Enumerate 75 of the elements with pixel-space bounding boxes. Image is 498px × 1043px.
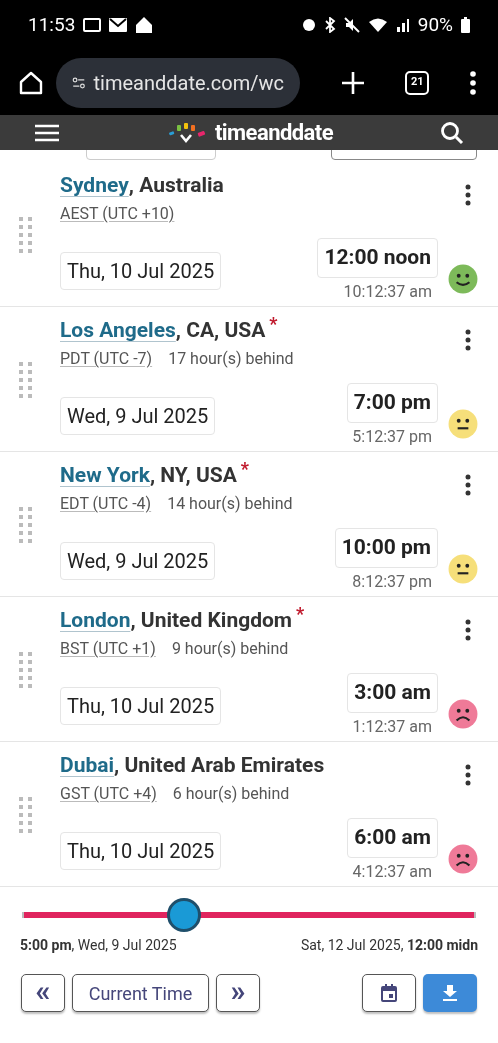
signal-icon bbox=[395, 18, 410, 32]
range-end-text: Sat, 12 Jul 2025, 12:00 midn bbox=[300, 936, 478, 955]
range-start-text: 5:00 pm, Wed, 9 Jul 2025 bbox=[20, 936, 177, 955]
timezone-text: BST (UTC +1) bbox=[60, 638, 156, 661]
timezone-text: AEST (UTC +10) bbox=[60, 203, 175, 226]
timezone-text: GST (UTC +4) bbox=[60, 783, 157, 806]
calendar-button[interactable] bbox=[362, 974, 416, 1012]
more-icon bbox=[465, 619, 471, 641]
more-icon bbox=[470, 70, 476, 95]
time-field[interactable]: 3:00 am bbox=[347, 673, 438, 713]
offset-text: 6 hour(s) behind bbox=[172, 783, 290, 806]
local-time-text: 5:12:37 pm bbox=[352, 425, 433, 448]
envelope-icon bbox=[109, 18, 128, 32]
timeline-slider[interactable] bbox=[22, 901, 476, 929]
more-icon bbox=[465, 474, 471, 496]
local-time-text: 1:12:37 am bbox=[352, 715, 433, 738]
region-text: , NY, USA bbox=[149, 462, 237, 489]
date-field[interactable]: Thu, 10 Jul 2025 bbox=[60, 832, 222, 871]
mute-icon bbox=[343, 17, 360, 33]
download-icon bbox=[443, 985, 457, 1001]
home-icon bbox=[18, 69, 44, 96]
time-field[interactable]: 10:00 pm bbox=[334, 528, 438, 568]
drag-handle-icon bbox=[19, 797, 33, 835]
local-time-text: 8:12:37 pm bbox=[352, 570, 433, 593]
asterisk-mark: * bbox=[240, 458, 249, 481]
logo-text: timeanddate bbox=[214, 119, 334, 147]
drag-handle-icon bbox=[19, 652, 33, 690]
drag-handle-icon bbox=[19, 217, 33, 255]
city-link[interactable]: New York bbox=[60, 462, 150, 489]
more-icon bbox=[465, 184, 471, 206]
time-field[interactable]: 12:00 noon bbox=[317, 238, 438, 278]
battery-icon bbox=[461, 17, 470, 33]
offset-text: 14 hour(s) behind bbox=[167, 493, 293, 516]
date-field[interactable]: Wed, 9 Jul 2025 bbox=[60, 397, 216, 436]
timezone-text: EDT (UTC -4) bbox=[60, 493, 152, 516]
more-icon bbox=[465, 329, 471, 351]
wifi-icon bbox=[367, 17, 388, 33]
time-field[interactable]: 6:00 am bbox=[347, 818, 438, 858]
clock-text: 11:53 bbox=[28, 11, 76, 38]
region-text: , CA, USA bbox=[175, 317, 266, 344]
timezone-text: PDT (UTC -7) bbox=[60, 348, 153, 371]
search-icon bbox=[440, 120, 464, 145]
current-time-button[interactable]: Current Time bbox=[72, 974, 209, 1012]
offset-text: 17 hour(s) behind bbox=[168, 348, 294, 371]
bluetooth-icon bbox=[323, 17, 336, 33]
date-field[interactable]: Wed, 9 Jul 2025 bbox=[60, 542, 216, 581]
date-field[interactable]: Thu, 10 Jul 2025 bbox=[60, 252, 222, 291]
city-link[interactable]: London bbox=[60, 607, 131, 634]
region-text: , Australia bbox=[128, 172, 224, 199]
region-text: , United Kingdom bbox=[130, 607, 293, 634]
city-link[interactable]: Sydney bbox=[60, 172, 129, 199]
address-bar[interactable]: timeanddate.com/wc bbox=[56, 57, 300, 108]
asterisk-mark: * bbox=[296, 603, 305, 626]
battery-text: 90% bbox=[417, 11, 453, 38]
url-text: timeanddate.com/wc bbox=[93, 69, 284, 97]
offset-text: 9 hour(s) behind bbox=[171, 638, 289, 661]
calendar-icon bbox=[381, 984, 397, 1002]
previous-button[interactable]: « bbox=[21, 974, 65, 1012]
more-icon bbox=[465, 764, 471, 786]
asterisk-mark: * bbox=[269, 313, 278, 336]
drag-handle-icon bbox=[19, 507, 33, 545]
tab-count-button[interactable]: 21 bbox=[405, 70, 430, 95]
city-link[interactable]: Los Angeles bbox=[60, 317, 176, 344]
region-text: , United Arab Emirates bbox=[114, 752, 325, 779]
plus-icon bbox=[340, 70, 365, 95]
local-time-text: 10:12:37 am bbox=[343, 280, 433, 303]
next-button[interactable]: » bbox=[216, 974, 260, 1012]
drag-handle-icon bbox=[19, 362, 33, 400]
time-field[interactable]: 7:00 pm bbox=[346, 383, 438, 423]
city-link[interactable]: Dubai bbox=[60, 752, 115, 779]
download-button[interactable] bbox=[423, 974, 477, 1012]
house-icon bbox=[135, 16, 154, 34]
local-time-text: 4:12:37 am bbox=[352, 860, 433, 883]
menu-icon bbox=[34, 122, 60, 143]
date-field[interactable]: Thu, 10 Jul 2025 bbox=[60, 687, 222, 726]
